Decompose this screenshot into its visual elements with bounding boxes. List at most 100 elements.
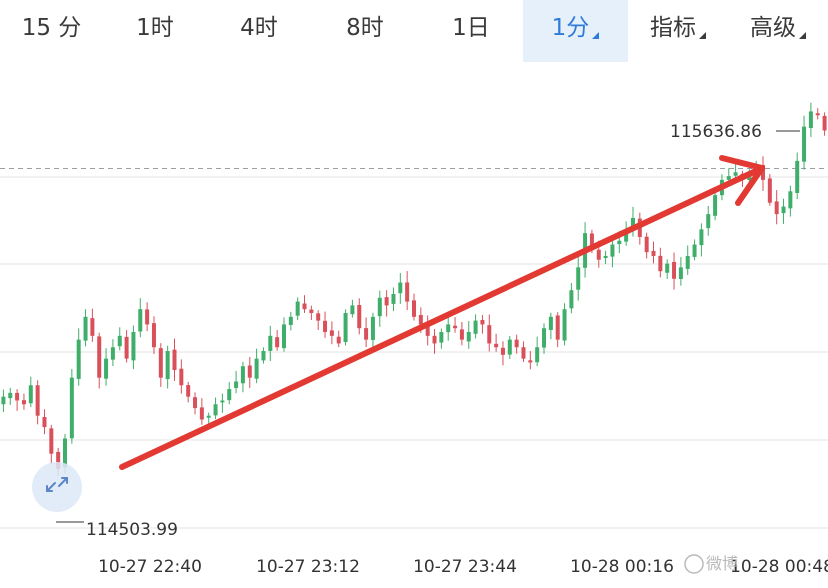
candle (158, 343, 163, 387)
candle (302, 295, 307, 313)
candle-body (151, 323, 156, 348)
candle-body (713, 195, 718, 216)
candle-body (357, 305, 362, 329)
candle (83, 309, 88, 347)
candle-body (364, 328, 369, 340)
candle (398, 272, 403, 304)
candle-body (281, 324, 286, 349)
candle-body (145, 309, 150, 325)
candle-body (473, 320, 478, 334)
candle-body (678, 267, 683, 279)
x-tick-label: 10-28 00:48 (730, 557, 828, 577)
candle-body (172, 349, 177, 371)
candle-body (699, 229, 704, 246)
candle-body (97, 336, 102, 378)
candle-body (548, 316, 553, 331)
candle (802, 115, 807, 170)
candle (774, 190, 779, 225)
candle (1, 389, 6, 413)
candle-body (665, 263, 670, 273)
candle-body (268, 335, 273, 351)
candle-body (28, 385, 33, 404)
candle-body (418, 315, 423, 325)
candle (528, 351, 533, 370)
candle (781, 198, 786, 224)
candle (569, 283, 574, 314)
candle-body (795, 160, 800, 193)
candle-body (295, 301, 300, 316)
trend-arrow (119, 155, 765, 470)
candlestick-chart[interactable]: 115636.86 114503.99 10-27 22:40 10-27 23:… (0, 0, 828, 588)
candle (151, 316, 156, 354)
candle-body (569, 290, 574, 309)
candle-body (521, 347, 526, 359)
candle (110, 339, 115, 367)
expand-button-bg (32, 462, 82, 512)
candle (706, 205, 711, 236)
candle (788, 185, 793, 217)
candle-body (658, 255, 663, 272)
candle (665, 259, 670, 279)
candle (199, 398, 204, 425)
candle (439, 328, 444, 349)
candle (49, 424, 54, 465)
candle (254, 348, 259, 384)
candle (8, 387, 13, 405)
candle-body (480, 320, 485, 325)
candle (644, 232, 649, 259)
candle-body (507, 339, 512, 355)
candle (514, 334, 519, 354)
candle-body (596, 249, 601, 260)
candle-body (542, 328, 547, 348)
candle-body (288, 316, 293, 325)
candle-body (158, 348, 163, 378)
high-price-label: 115636.86 (670, 122, 762, 142)
candle (459, 321, 464, 346)
candle-body (15, 392, 20, 401)
candle (145, 302, 150, 332)
candle (21, 393, 26, 410)
candle-body (562, 309, 567, 341)
candle (268, 325, 273, 361)
x-tick-label: 10-28 00:16 (570, 557, 674, 577)
candle-body (500, 347, 505, 355)
candle (405, 271, 410, 310)
candle-body (69, 377, 74, 439)
candle (275, 329, 280, 351)
chart-grid (0, 176, 828, 529)
candle (131, 325, 136, 370)
svg-text:微博: 微博 (706, 554, 738, 573)
expand-button[interactable] (32, 462, 82, 512)
candle (535, 336, 540, 367)
candle-body (651, 250, 656, 256)
candle-body (131, 332, 136, 361)
candle-body (466, 332, 471, 342)
candle-body (199, 407, 204, 420)
candle-body (1, 396, 6, 405)
candle (795, 152, 800, 200)
candle-body (603, 255, 608, 258)
candle (487, 314, 492, 352)
candle (542, 323, 547, 354)
candle-body (555, 315, 560, 340)
candle (281, 317, 286, 352)
candle-body (329, 330, 334, 336)
candles-layer (1, 102, 827, 476)
candle (391, 287, 396, 312)
candle-body (384, 297, 389, 306)
candle-body (446, 324, 451, 333)
candle (425, 315, 430, 346)
candle-body (220, 400, 225, 403)
candle-body (186, 385, 191, 397)
candle-body (124, 336, 129, 359)
candle (412, 293, 416, 321)
candle-body (83, 316, 88, 341)
candle (562, 303, 567, 346)
candle-body (788, 191, 793, 209)
candle (76, 328, 81, 386)
candle (610, 240, 615, 268)
candle (678, 257, 683, 286)
candle (699, 223, 704, 257)
candle-body (494, 343, 499, 348)
watermark: 微博 (684, 554, 738, 574)
